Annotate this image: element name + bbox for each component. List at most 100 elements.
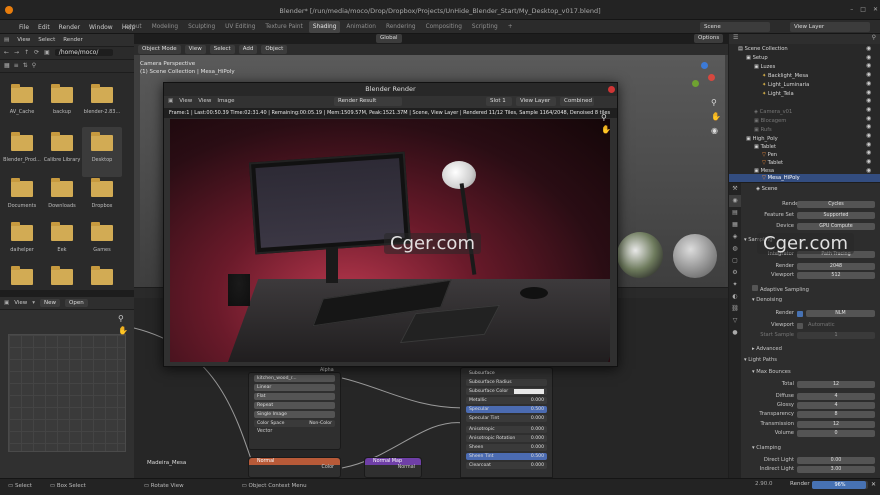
folder-item[interactable]: daihelper [2,222,42,269]
options-dropdown[interactable]: Options [694,34,724,43]
constraints-tab-icon[interactable]: ⛓ [729,303,741,315]
tab-compositing[interactable]: Compositing [422,21,466,33]
menu-edit[interactable]: Edit [35,24,53,31]
fb-menu-view[interactable]: View [17,37,30,43]
subsurface-color-swatch[interactable] [514,389,544,394]
tab-layout[interactable]: Layout [118,21,146,33]
render-tab-icon[interactable]: ◉ [729,195,741,207]
viewport-samples-field[interactable]: 512 [797,272,875,279]
image-menu-view[interactable]: View [14,300,27,306]
gizmo-x-axis[interactable] [708,74,715,81]
max-bounces-panel[interactable]: ▾ Max Bounces [752,368,791,377]
color-space-dropdown[interactable]: Color Space Non-Color [254,420,335,427]
tool-tab-icon[interactable]: ⚒ [729,183,741,195]
interpolation-dropdown[interactable]: Linear [254,384,335,391]
outliner-item[interactable]: ◈ Camera_v01 [754,108,792,116]
bounce-transparency-field[interactable]: 8 [797,411,875,418]
principled-bsdf-node-lower[interactable]: Anisotropic 0.000 Anisotropic Rotation 0.0… [460,424,553,478]
folder-item-selected[interactable]: Desktop [82,127,122,177]
fb-render-button[interactable]: Render [63,37,83,43]
bounce-volume-field[interactable]: 0 [797,430,875,437]
render-window-close-icon[interactable] [608,86,615,93]
viewport-menu-select[interactable]: Select [209,45,235,54]
outliner-item[interactable]: ▣ Tablet [754,143,776,151]
outliner-item[interactable]: ▣ High_Poly [746,135,778,143]
eye-icon[interactable]: ◉ [866,158,876,167]
light-paths-panel[interactable]: ▾ Light Paths [744,356,777,365]
outliner-item[interactable]: ✦ Backlight_Mesa [762,72,808,80]
cancel-render-icon[interactable]: ✕ [871,481,876,488]
folder-item[interactable]: backup [42,84,82,131]
viewport-menu-view[interactable]: View [184,45,206,54]
checkbox-icon[interactable] [752,285,758,291]
physics-tab-icon[interactable]: ◐ [729,291,741,303]
bounce-total-field[interactable]: 12 [797,381,875,388]
view-layer-tab-icon[interactable]: ▦ [729,219,741,231]
world-tab-icon[interactable]: ◍ [729,243,741,255]
render-window[interactable]: Blender Render ▣ View View Image Render … [163,82,618,367]
render-menu-view-2[interactable]: View [198,98,211,104]
bsdf-input[interactable]: Specular 0.500 [466,406,547,413]
outliner-item-selected[interactable]: ▽ Mesa_HiPoly [762,174,800,182]
folder-item[interactable]: Documents [2,178,42,225]
projection-dropdown[interactable]: Flat [254,393,335,400]
refresh-icon[interactable]: ⟳ [34,49,39,56]
folder-item[interactable]: AV_Cache [2,84,42,131]
bounce-transmission-field[interactable]: 12 [797,421,875,428]
eye-icon[interactable]: ◉ [866,89,876,98]
eye-icon[interactable]: ◉ [866,80,876,89]
viewport-pan-icon[interactable]: ✋ [711,112,721,121]
menu-window[interactable]: Window [86,24,116,31]
filter-icon[interactable]: ⚲ [32,62,36,69]
device-dropdown[interactable]: GPU Compute [797,223,875,230]
render-engine-dropdown[interactable]: Cycles [797,201,875,208]
blender-logo-icon[interactable] [5,6,13,14]
outliner-item[interactable]: ▽ Tablet [762,159,783,167]
folder-item[interactable]: Eek [42,222,82,269]
eye-icon[interactable]: ◉ [866,123,876,132]
feature-set-dropdown[interactable]: Supported [797,212,875,219]
bounce-glossy-field[interactable]: 4 [797,402,875,409]
parent-dir-icon[interactable]: ↑ [24,49,29,56]
render-menu-image[interactable]: Image [217,98,234,104]
bounce-diffuse-field[interactable]: 4 [797,393,875,400]
list-view-icon[interactable]: ≡ [14,62,19,69]
folder-item[interactable]: Downloads [42,178,82,225]
denoise-viewport-checkbox[interactable] [797,323,803,329]
grid-view-icon[interactable]: ▦ [4,62,10,69]
source-dropdown[interactable]: Single Image [254,411,335,418]
editor-type-icon[interactable]: ▤ [4,37,9,43]
open-image-button[interactable]: Open [65,299,88,307]
modifier-tab-icon[interactable]: ⚙ [729,267,741,279]
gizmo-z-axis[interactable] [701,62,708,69]
folder-item[interactable]: blender-2.83... [82,84,122,131]
path-field[interactable]: /home/moco/ [54,49,113,56]
bsdf-input[interactable]: Anisotropic 0.000 [466,426,547,433]
bsdf-input[interactable]: Anisotropic Rotation 0.000 [466,435,547,442]
outliner-item[interactable]: ▣ Blocagem [754,117,786,125]
tab-sculpting[interactable]: Sculpting [184,21,219,33]
eye-icon[interactable]: ◉ [866,132,876,141]
output-tab-icon[interactable]: ▤ [729,207,741,219]
back-icon[interactable]: ← [4,49,9,56]
tab-texture-paint[interactable]: Texture Paint [261,21,306,33]
viewport-menu-add[interactable]: Add [238,45,258,54]
hand-icon[interactable]: ✋ [118,326,128,335]
denoise-render-dropdown[interactable]: NLM [806,310,875,317]
bsdf-input[interactable]: Subsurface [466,370,547,377]
image-editor-type-icon[interactable]: ▣ [4,300,9,306]
render-zoom-icon[interactable]: ⚲ [601,113,607,122]
eye-icon[interactable]: ◉ [866,45,876,54]
eye-icon[interactable]: ◉ [866,71,876,80]
image-browse-icon[interactable]: ▾ [32,300,35,306]
navigation-gizmo[interactable] [686,60,720,94]
normal-map-node[interactable]: Normal Map Normal [364,457,422,478]
outliner-filter-icon[interactable]: ⚲ [872,34,876,41]
tab-uv-editing[interactable]: UV Editing [221,21,259,33]
eye-icon[interactable]: ◉ [866,167,876,176]
denoise-render-checkbox[interactable] [797,311,803,317]
bsdf-input[interactable]: Clearcoat 0.000 [466,462,547,469]
outliner-item[interactable]: ▽ Pen [762,151,777,159]
eye-icon[interactable]: ◉ [866,97,876,106]
extension-dropdown[interactable]: Repeat [254,402,335,409]
